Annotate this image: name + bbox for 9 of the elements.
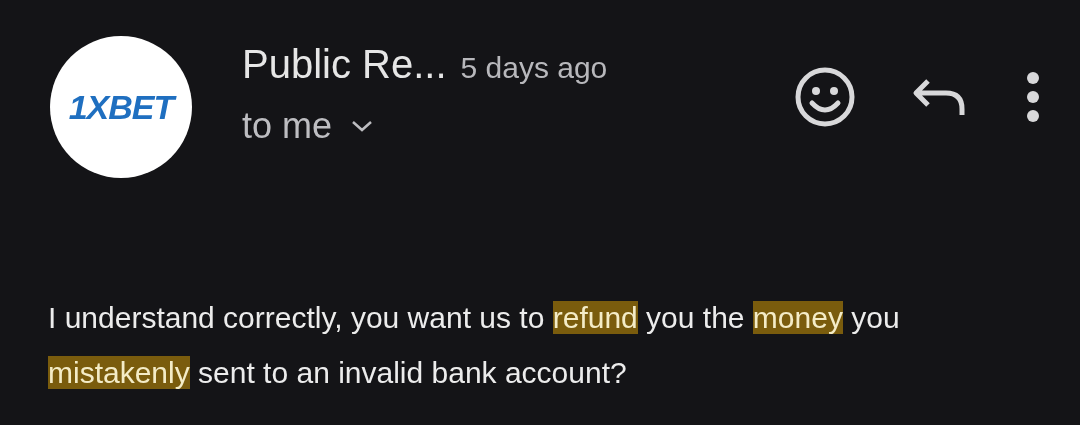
smiley-icon: [794, 66, 856, 128]
more-options-button[interactable]: [1026, 71, 1040, 123]
sender-avatar[interactable]: 1XBET: [50, 36, 192, 178]
emoji-react-button[interactable]: [794, 66, 856, 128]
sender-name: Public Re...: [242, 42, 447, 87]
more-vertical-icon: [1026, 71, 1040, 123]
recipient-toggle[interactable]: to me: [242, 105, 375, 147]
sent-time: 5 days ago: [460, 51, 608, 85]
message-body: I understand correctly, you want us to refund you the money you mistakenly sent to an invalid bank account?: [48, 300, 901, 391]
